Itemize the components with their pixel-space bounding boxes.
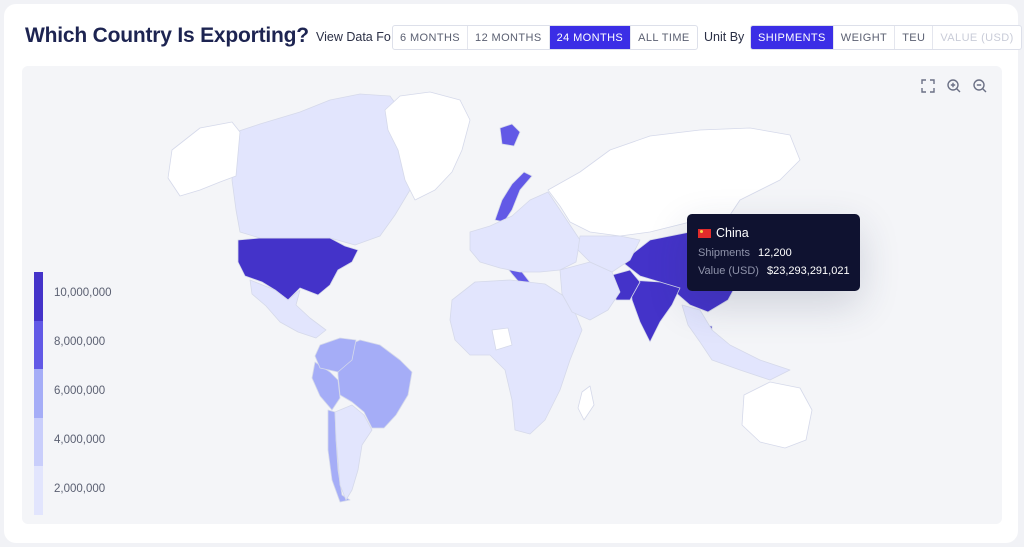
country-australia[interactable] xyxy=(741,381,813,449)
period-option-24-months[interactable]: 24 MONTHS xyxy=(549,26,632,49)
map-toolbar xyxy=(920,78,988,94)
unit-filter-label: Unit By xyxy=(704,30,745,44)
page-title: Which Country Is Exporting? xyxy=(25,24,309,47)
zoom-out-icon[interactable] xyxy=(972,78,988,94)
country-india[interactable] xyxy=(629,279,681,343)
country-africa-other[interactable] xyxy=(449,279,583,435)
country-svalbard[interactable] xyxy=(499,123,521,147)
legend-label: 6,000,000 xyxy=(54,385,106,397)
unit-filter: SHIPMENTS WEIGHT TEU VALUE (USD) xyxy=(750,25,1022,50)
tooltip-value: 12,200 xyxy=(758,247,792,259)
tooltip-key: Value (USD) xyxy=(698,265,759,277)
china-flag-icon xyxy=(698,228,711,238)
world-map-panel[interactable]: 10,000,000 8,000,000 6,000,000 4,000,000… xyxy=(22,66,1002,524)
unit-option-weight[interactable]: WEIGHT xyxy=(834,26,896,49)
period-option-12-months[interactable]: 12 MONTHS xyxy=(468,26,550,49)
country-tooltip: China Shipments 12,200 Value (USD) $23,2… xyxy=(687,214,860,291)
period-option-all-time[interactable]: ALL TIME xyxy=(631,26,697,49)
legend-label: 4,000,000 xyxy=(54,434,106,446)
legend-swatch xyxy=(34,369,43,418)
tooltip-value: $23,293,291,021 xyxy=(767,265,850,277)
legend-swatch xyxy=(34,417,43,466)
legend-swatch xyxy=(34,320,43,369)
period-option-6-months[interactable]: 6 MONTHS xyxy=(393,26,469,49)
legend-swatch xyxy=(34,466,43,515)
tooltip-key: Shipments xyxy=(698,247,750,259)
country-madagascar[interactable] xyxy=(577,385,595,421)
tooltip-row-shipments: Shipments 12,200 xyxy=(698,247,849,259)
unit-option-value-usd: VALUE (USD) xyxy=(940,31,1014,44)
country-southeast-asia[interactable] xyxy=(681,304,791,381)
tooltip-row-value: Value (USD) $23,293,291,021 xyxy=(698,265,850,277)
legend-label: 2,000,000 xyxy=(54,483,106,495)
zoom-in-icon[interactable] xyxy=(946,78,962,94)
legend-swatch xyxy=(34,272,43,321)
period-filter-label: View Data Fo xyxy=(316,30,391,44)
tooltip-country: China xyxy=(716,226,749,240)
country-argentina[interactable] xyxy=(334,404,373,501)
fullscreen-icon[interactable] xyxy=(920,78,936,94)
legend-label: 8,000,000 xyxy=(54,336,106,348)
unit-option-shipments[interactable]: SHIPMENTS xyxy=(751,26,834,49)
legend-label: 10,000,000 xyxy=(54,287,112,299)
world-map[interactable] xyxy=(22,66,1002,524)
country-alaska[interactable] xyxy=(167,121,241,197)
legend-color-bar xyxy=(34,272,43,515)
period-filter: 6 MONTHS 12 MONTHS 24 MONTHS ALL TIME xyxy=(392,25,698,50)
unit-option-teu[interactable]: TEU xyxy=(895,26,934,49)
